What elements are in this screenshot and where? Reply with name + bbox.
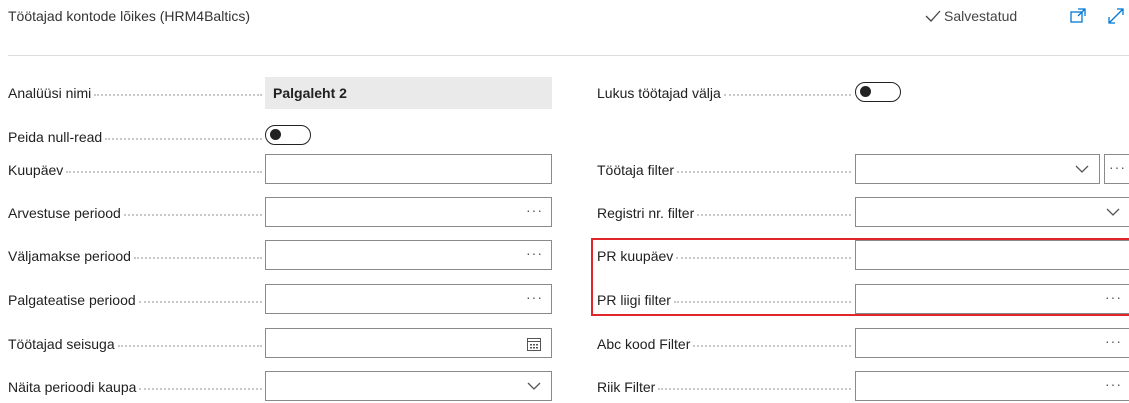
label-hide-null-rows: Peida null-read <box>8 122 266 152</box>
country-filter-input[interactable]: ··· <box>855 371 1129 401</box>
label-text: Abc kood Filter <box>597 336 691 352</box>
label-employees-as-of: Töötajad seisuga <box>8 329 266 359</box>
expand-icon[interactable] <box>1106 6 1126 26</box>
lock-employees-toggle[interactable] <box>855 82 901 102</box>
label-payslip-period: Palgateatise periood <box>8 285 266 315</box>
payment-period-input[interactable]: ··· <box>265 240 552 270</box>
highlight-box <box>591 238 1129 316</box>
label-text: Palgateatise periood <box>8 292 136 308</box>
assist-ellipsis-icon[interactable]: ··· <box>526 245 543 261</box>
date-input[interactable] <box>265 154 552 184</box>
label-text: Riik Filter <box>597 379 656 395</box>
label-abc-code-filter: Abc kood Filter <box>597 329 855 359</box>
label-text: Töötajad seisuga <box>8 336 115 352</box>
label-text: Registri nr. filter <box>597 205 695 221</box>
assist-ellipsis-icon[interactable]: ··· <box>1105 376 1122 392</box>
label-payment-period: Väljamakse periood <box>8 241 266 271</box>
label-show-by-period: Näita perioodi kaupa <box>8 372 266 402</box>
assist-ellipsis-icon[interactable]: ··· <box>1105 333 1122 349</box>
analysis-name-field: Palgaleht 2 <box>265 77 552 109</box>
assist-ellipsis-icon[interactable]: ··· <box>526 202 543 218</box>
label-accounting-period: Arvestuse periood <box>8 198 266 228</box>
saved-status: Salvestatud <box>925 8 1017 24</box>
label-text: Kuupäev <box>8 162 64 178</box>
label-register-filter: Registri nr. filter <box>597 198 855 228</box>
payslip-period-input[interactable]: ··· <box>265 284 552 314</box>
calendar-icon[interactable] <box>526 336 542 352</box>
employee-filter-assist-button[interactable]: ··· <box>1104 154 1129 184</box>
chevron-down-icon[interactable] <box>1106 207 1120 217</box>
label-text: Väljamakse periood <box>8 248 131 264</box>
label-text: Näita perioodi kaupa <box>8 379 137 395</box>
show-by-period-select[interactable] <box>265 371 552 401</box>
check-icon <box>925 10 941 22</box>
chevron-down-icon[interactable] <box>1075 164 1089 174</box>
label-text: Arvestuse periood <box>8 205 121 221</box>
register-filter-select[interactable] <box>855 197 1129 227</box>
label-text: Peida null-read <box>8 129 103 145</box>
label-country-filter: Riik Filter <box>597 372 855 402</box>
hide-null-rows-toggle[interactable] <box>265 125 311 145</box>
assist-ellipsis-icon[interactable]: ··· <box>526 289 543 305</box>
abc-code-filter-input[interactable]: ··· <box>855 328 1129 358</box>
header-divider <box>8 55 1129 56</box>
chevron-down-icon[interactable] <box>527 381 541 391</box>
label-lock-employees: Lukus töötajad välja <box>597 78 855 108</box>
saved-label: Salvestatud <box>944 8 1018 24</box>
label-text: Töötaja filter <box>597 162 675 178</box>
employees-as-of-input[interactable] <box>265 328 552 358</box>
label-analysis-name: Analüüsi nimi <box>8 78 266 108</box>
label-text: Lukus töötajad välja <box>597 85 721 101</box>
open-new-window-icon[interactable] <box>1068 6 1088 26</box>
accounting-period-input[interactable]: ··· <box>265 197 552 227</box>
label-date: Kuupäev <box>8 155 266 185</box>
analysis-name-value: Palgaleht 2 <box>273 85 347 101</box>
label-employee-filter: Töötaja filter <box>597 155 855 185</box>
employee-filter-select[interactable] <box>855 154 1100 184</box>
assist-ellipsis-icon[interactable]: ··· <box>1109 159 1126 175</box>
label-text: Analüüsi nimi <box>8 85 92 101</box>
page-title: Töötajad kontode lõikes (HRM4Baltics) <box>8 8 250 24</box>
